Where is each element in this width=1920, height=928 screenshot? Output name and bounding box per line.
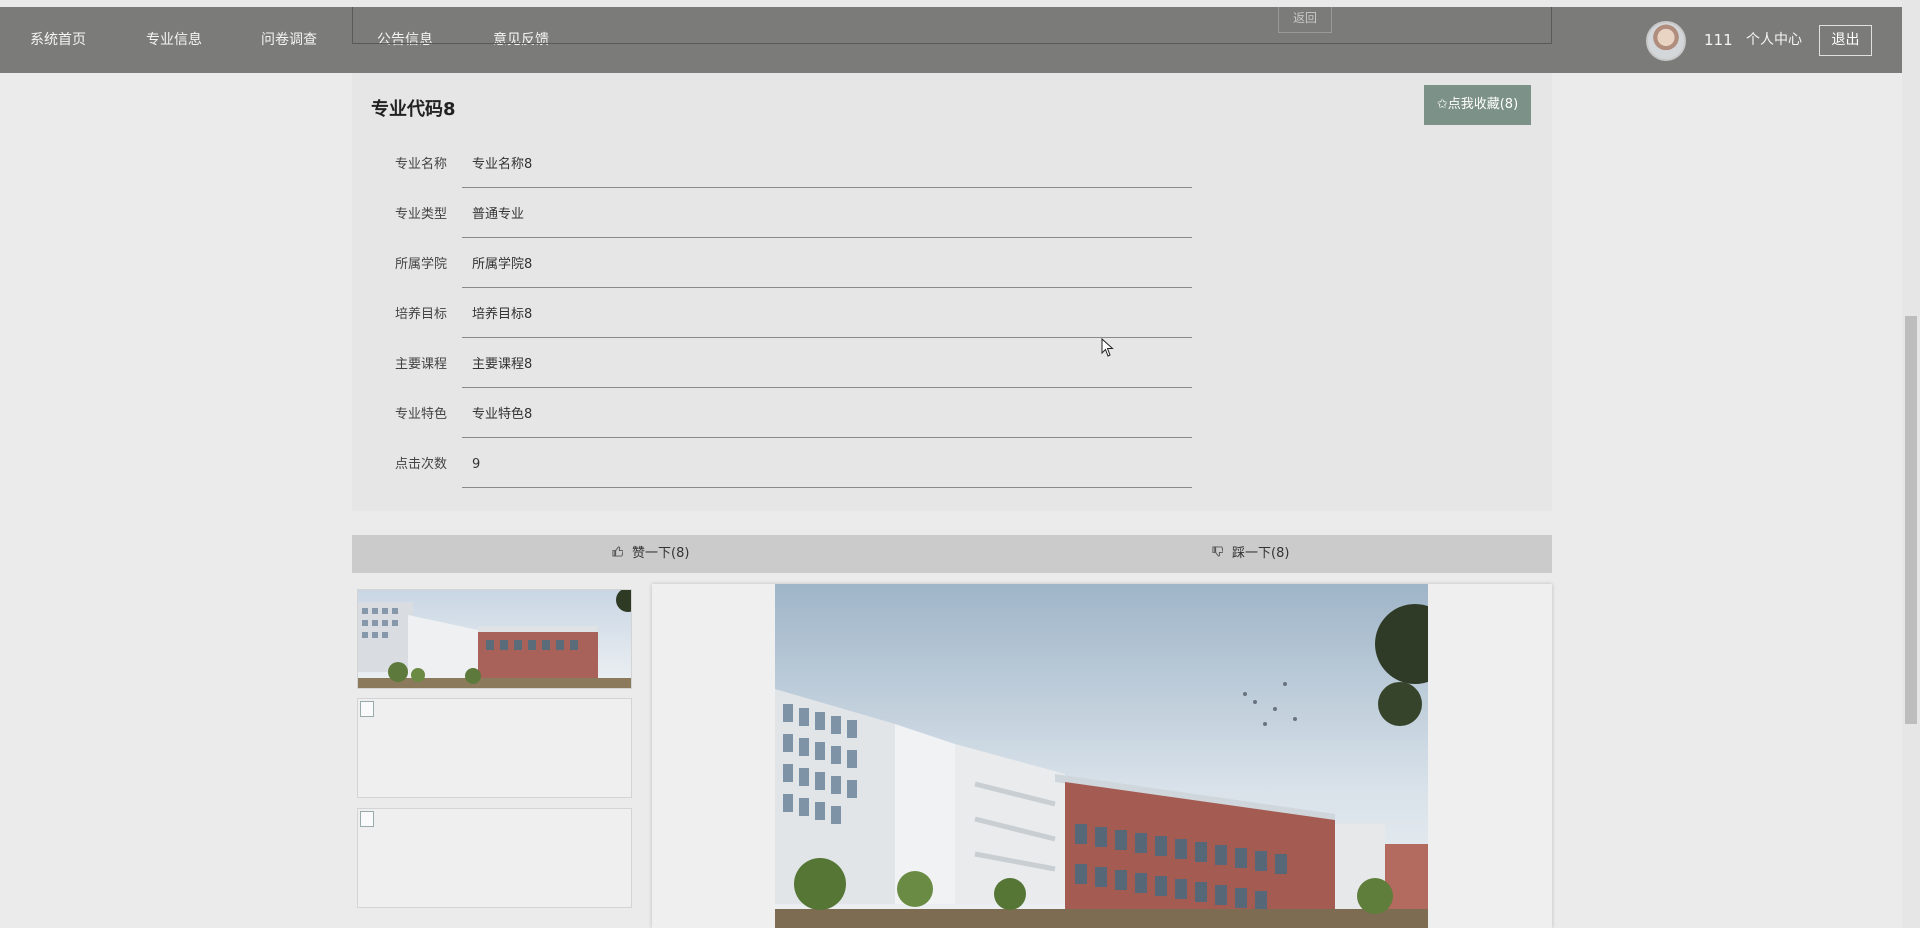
broken-image-icon [360,701,374,717]
field-value: 主要课程8 [462,345,1192,388]
personal-center-link[interactable]: 个人中心 [1746,7,1802,73]
field-row-college: 所属学院 所属学院8 [352,245,1552,295]
main-campus-image [775,584,1428,928]
thumbnail-broken[interactable] [357,808,632,908]
field-value: 9 [462,445,1192,488]
logout-button[interactable]: 退出 [1819,25,1872,56]
scrollbar-thumb[interactable] [1905,316,1917,724]
avatar[interactable] [1646,21,1686,61]
vote-bar: 赞一下(8) 踩一下(8) [352,535,1552,573]
favorite-button[interactable]: ✩点我收藏(8) [1424,85,1531,125]
like-button[interactable]: 赞一下(8) [612,535,689,573]
broken-image-icon [360,811,374,827]
field-value: 专业名称8 [462,145,1192,188]
field-label: 培养目标 [395,307,448,322]
field-value: 培养目标8 [462,295,1192,338]
back-button[interactable]: 返回 [1278,7,1332,33]
nav-survey[interactable]: 问卷调查 [261,7,317,73]
major-detail-panel: 专业代码8 ✩点我收藏(8) 专业名称 专业名称8 专业类型 普通专业 所属学院… [352,73,1552,511]
field-row-click-count: 点击次数 9 [352,445,1552,495]
dislike-label: 踩一下(8) [1232,546,1290,561]
field-label: 点击次数 [395,457,448,472]
field-row-features: 专业特色 专业特色8 [352,395,1552,445]
thumbs-up-icon [612,535,624,573]
nav-major-info[interactable]: 专业信息 [146,7,202,73]
field-label: 主要课程 [395,357,448,372]
thumbnail-broken[interactable] [357,698,632,798]
thumbnail-campus[interactable] [357,589,632,689]
field-value: 所属学院8 [462,245,1192,288]
main-image-card [652,584,1552,928]
field-label: 专业特色 [395,407,448,422]
field-value: 普通专业 [462,195,1192,238]
field-row-major-name: 专业名称 专业名称8 [352,145,1552,195]
field-row-training-goal: 培养目标 培养目标8 [352,295,1552,345]
field-row-major-type: 专业类型 普通专业 [352,195,1552,245]
nav-home[interactable]: 系统首页 [30,7,86,73]
field-label: 所属学院 [395,257,448,272]
mouse-cursor-icon [1101,338,1114,357]
top-strip [0,0,1920,7]
back-container: 返回 [352,7,1552,44]
dislike-button[interactable]: 踩一下(8) [1212,535,1289,573]
field-value: 专业特色8 [462,395,1192,438]
campus-thumbnail-image [358,590,631,688]
page-title: 专业代码8 [371,99,456,120]
field-label: 专业名称 [395,157,448,172]
field-row-main-courses: 主要课程 主要课程8 [352,345,1552,395]
thumbs-down-icon [1212,535,1224,573]
field-label: 专业类型 [395,207,448,222]
like-label: 赞一下(8) [632,546,690,561]
user-id: 111 [1704,31,1733,49]
